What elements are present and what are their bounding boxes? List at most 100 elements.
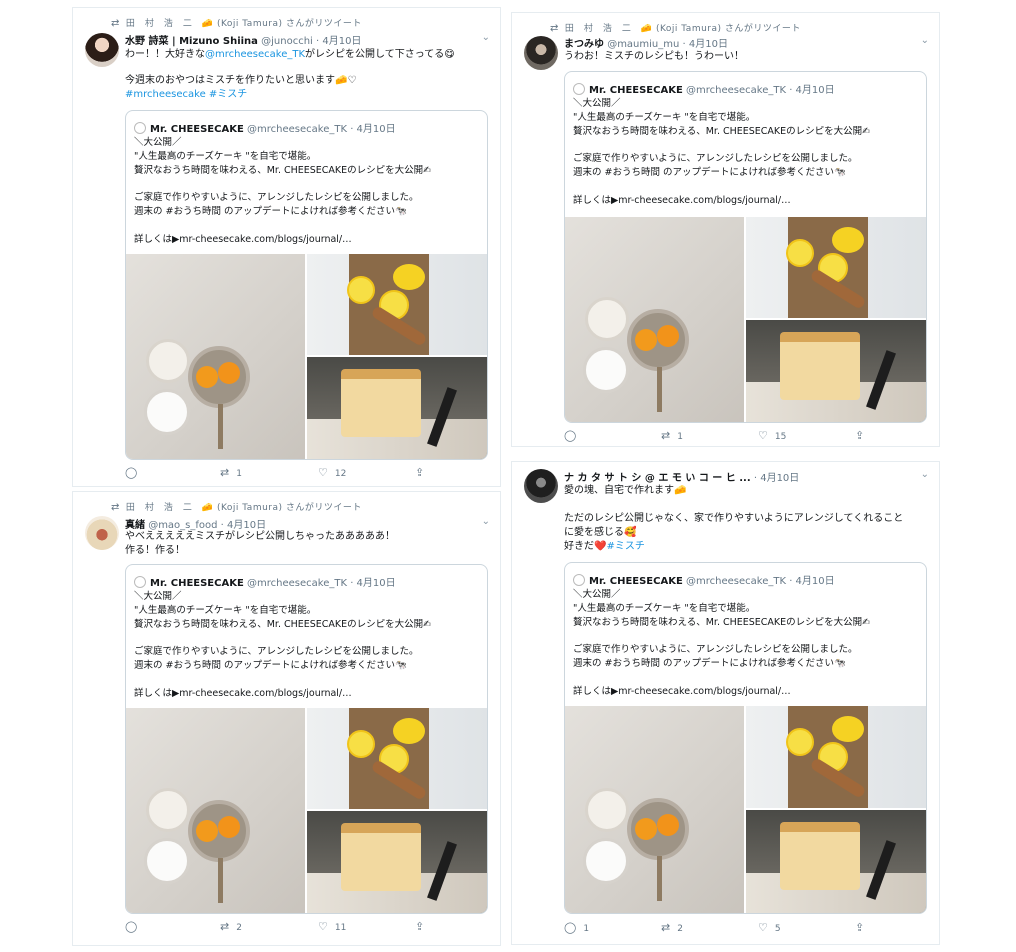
tweet-header: ナ カ タ サ ト シ @ エ モ い コ ー ヒ ... · 4月10日	[564, 469, 799, 484]
quote-header: Mr. CHEESECAKE @mrcheesecake_TK · 4月10日	[573, 81, 835, 96]
quoted-tweet[interactable]: Mr. CHEESECAKE @mrcheesecake_TK · 4月10日 …	[564, 562, 927, 914]
cheesecake-photo[interactable]	[745, 319, 926, 422]
avatar[interactable]	[524, 36, 558, 70]
retweet-icon: ⇄	[220, 466, 230, 479]
mention-link[interactable]: @mrcheesecake_TK	[205, 49, 305, 60]
handle-date[interactable]: @maumiu_mu · 4月10日	[607, 39, 728, 50]
quote-header: Mr. CHEESECAKE @mrcheesecake_TK · 4月10日	[134, 574, 396, 589]
reply-icon: ◯	[125, 466, 138, 479]
share-button[interactable]: ⇪	[415, 920, 431, 933]
share-button[interactable]: ⇪	[415, 466, 431, 479]
display-name[interactable]: まつみゆ	[564, 39, 604, 50]
chevron-down-icon[interactable]: ⌄	[482, 516, 490, 527]
quote-media[interactable]	[565, 217, 926, 422]
lemon-photo[interactable]	[306, 708, 487, 811]
tweet-header: 真緒 @mao_s_food · 4月10日	[125, 516, 266, 531]
reply-count: 1	[583, 924, 590, 934]
reply-button[interactable]: ◯	[125, 466, 144, 479]
retweet-button[interactable]: ⇄ 1	[220, 466, 242, 479]
retweet-count: 1	[677, 432, 683, 442]
quote-name: Mr. CHEESECAKE	[589, 85, 683, 96]
quote-avatar	[573, 83, 585, 95]
eggs-photo[interactable]	[126, 708, 307, 913]
cheesecake-photo[interactable]	[306, 810, 487, 913]
eggs-photo[interactable]	[565, 217, 746, 422]
like-count: 15	[774, 432, 787, 442]
lemon-photo[interactable]	[745, 217, 926, 320]
like-button[interactable]: ♡ 12	[318, 466, 346, 479]
chevron-down-icon[interactable]: ⌄	[921, 35, 929, 46]
heart-icon: ♡	[318, 466, 328, 479]
eggs-photo[interactable]	[126, 254, 307, 459]
reply-icon: ◯	[564, 921, 577, 934]
eggs-photo[interactable]	[565, 706, 746, 913]
retweet-count: 2	[677, 924, 683, 934]
tweet-card[interactable]: ⇄ 田 村 浩 二 🧀 (Koji Tamura) さんがリツイート 真緒 @ma…	[72, 491, 501, 946]
retweet-context-text: 田 村 浩 二 🧀 (Koji Tamura) さんがリツイート	[125, 503, 362, 513]
like-button[interactable]: ♡ 15	[758, 429, 786, 442]
tweet-card[interactable]: ⇄ 田 村 浩 二 🧀 (Koji Tamura) さんがリツイート 水野 詩菜 …	[72, 7, 501, 487]
like-count: 12	[334, 469, 347, 479]
tweet-text-2: 今週末のおやつはミスチを作りたいと思います🧀♡	[125, 74, 488, 88]
tweet-card[interactable]: ⇄ 田 村 浩 二 🧀 (Koji Tamura) さんがリツイート まつみゆ @…	[511, 12, 940, 447]
tweet-text: うわお！ミスチのレシピも！うわーい！	[564, 50, 927, 64]
tweet-text-part: やべえええええミスチがレシピ公開しちゃったあああああ！ 作る！作る！	[125, 531, 395, 556]
display-name[interactable]: ナ カ タ サ ト シ @ エ モ い コ ー ヒ ...	[564, 473, 751, 484]
retweet-button[interactable]: ⇄ 2	[661, 921, 683, 934]
share-icon: ⇪	[855, 921, 865, 934]
retweet-icon: ⇄	[111, 502, 120, 513]
reply-icon: ◯	[564, 429, 577, 442]
tweet-card[interactable]: ナ カ タ サ ト シ @ エ モ い コ ー ヒ ... · 4月10日 ⌄ …	[511, 461, 940, 945]
chevron-down-icon[interactable]: ⌄	[921, 469, 929, 480]
quote-media[interactable]	[565, 706, 926, 913]
reply-button[interactable]: ◯	[564, 429, 583, 442]
share-button[interactable]: ⇪	[855, 429, 871, 442]
retweet-context: ⇄ 田 村 浩 二 🧀 (Koji Tamura) さんがリツイート	[550, 21, 801, 34]
avatar[interactable]	[85, 33, 119, 67]
reply-icon: ◯	[125, 920, 138, 933]
like-button[interactable]: ♡ 5	[758, 921, 781, 934]
retweet-context-text: 田 村 浩 二 🧀 (Koji Tamura) さんがリツイート	[564, 24, 801, 34]
reply-button[interactable]: ◯ 1	[564, 921, 589, 934]
hashtags[interactable]: #mrcheesecake #ミスチ	[125, 88, 488, 102]
handle-date[interactable]: @junocchi · 4月10日	[261, 36, 361, 47]
quote-media[interactable]	[126, 708, 487, 913]
chevron-down-icon[interactable]: ⌄	[482, 32, 490, 43]
quoted-tweet[interactable]: Mr. CHEESECAKE @mrcheesecake_TK · 4月10日 …	[564, 71, 927, 423]
cheesecake-photo[interactable]	[745, 809, 926, 913]
share-button[interactable]: ⇪	[855, 921, 871, 934]
cheesecake-photo[interactable]	[306, 356, 487, 459]
lemon-photo[interactable]	[745, 706, 926, 810]
hashtag-link[interactable]: #ミスチ	[606, 541, 644, 552]
lemon-photo[interactable]	[306, 254, 487, 357]
tweet-header: 水野 詩菜 | Mizuno Shiina @junocchi · 4月10日	[125, 32, 361, 47]
handle-date[interactable]: · 4月10日	[754, 473, 799, 484]
hashtag-link[interactable]: #mrcheesecake #ミスチ	[125, 89, 247, 100]
share-icon: ⇪	[415, 920, 425, 933]
retweet-icon: ⇄	[550, 23, 559, 34]
heart-icon: ♡	[758, 921, 768, 934]
retweet-context: ⇄ 田 村 浩 二 🧀 (Koji Tamura) さんがリツイート	[111, 16, 362, 29]
quoted-tweet[interactable]: Mr. CHEESECAKE @mrcheesecake_TK · 4月10日 …	[125, 110, 488, 460]
avatar[interactable]	[85, 516, 119, 550]
action-bar: ◯ 1 ⇄ 2 ♡ 5 ⇪	[564, 921, 927, 935]
reply-button[interactable]: ◯	[125, 920, 144, 933]
quote-avatar	[134, 576, 146, 588]
quote-handle: @mrcheesecake_TK · 4月10日	[686, 85, 835, 96]
quote-media[interactable]	[126, 254, 487, 459]
retweet-button[interactable]: ⇄ 2	[220, 920, 242, 933]
quote-avatar	[573, 574, 585, 586]
quote-handle: @mrcheesecake_TK · 4月10日	[247, 124, 396, 135]
avatar[interactable]	[524, 469, 558, 503]
like-count: 5	[774, 924, 781, 934]
like-button[interactable]: ♡ 11	[318, 920, 346, 933]
retweet-button[interactable]: ⇄ 1	[661, 429, 683, 442]
heart-icon: ♡	[318, 920, 328, 933]
tweet-text-part: うわお！ミスチのレシピも！うわーい！	[564, 51, 744, 62]
display-name[interactable]: 水野 詩菜 | Mizuno Shiina	[125, 36, 258, 47]
quote-text: ＼大公開／ "人生最高のチーズケーキ "を自宅で堪能。 贅沢なおうち時間を味わえ…	[134, 591, 432, 699]
retweet-icon: ⇄	[661, 921, 671, 934]
quoted-tweet[interactable]: Mr. CHEESECAKE @mrcheesecake_TK · 4月10日 …	[125, 564, 488, 914]
tweet-text: やべえええええミスチがレシピ公開しちゃったあああああ！ 作る！作る！	[125, 530, 488, 558]
quote-handle: @mrcheesecake_TK · 4月10日	[247, 578, 396, 589]
